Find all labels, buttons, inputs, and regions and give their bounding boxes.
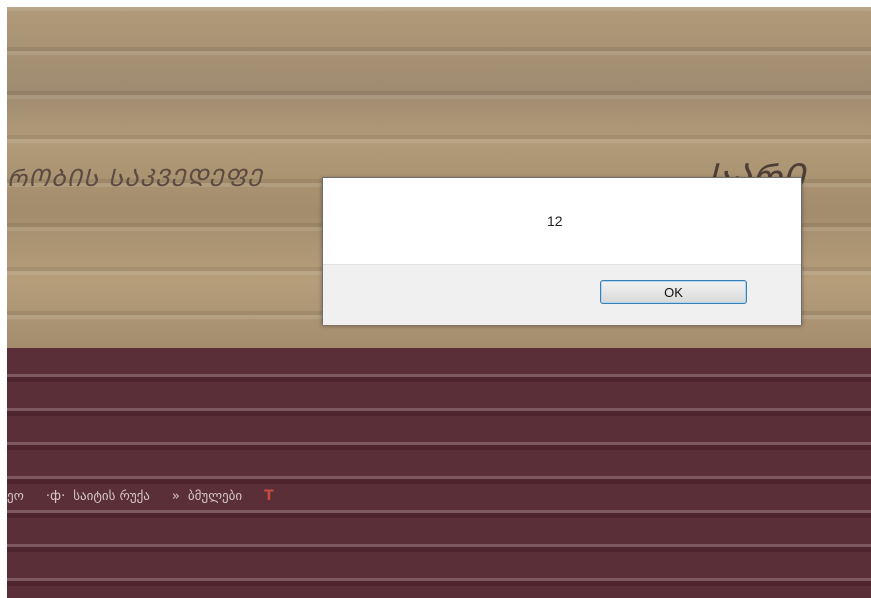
alert-dialog: 12 OK — [322, 177, 802, 325]
alert-message-area: 12 — [323, 178, 801, 264]
banner-title: ᲠᲝᲑᲘᲡ ᲡᲐᲙᲕᲔᲓᲔᲤᲔ — [7, 164, 263, 192]
tool-icon: T — [264, 488, 274, 504]
nav-item-home-label: ეო — [7, 488, 24, 504]
double-chevron-icon: » — [171, 488, 180, 504]
nav-item-home[interactable]: ეო — [7, 489, 24, 504]
nav-item-tool[interactable]: T — [264, 488, 274, 504]
nav-background — [7, 348, 871, 598]
ok-button[interactable]: OK — [600, 280, 747, 304]
web-page: ᲠᲝᲑᲘᲡ ᲡᲐᲙᲕᲔᲓᲔᲤᲔ ᲡᲐᲠᲘ ეო ·ф· საიტის რუქა … — [7, 7, 871, 598]
nav-item-sitemap[interactable]: ·ф· საიტის რუქა — [46, 489, 150, 504]
alert-message: 12 — [547, 213, 563, 229]
alert-footer: OK — [323, 264, 801, 325]
nav-item-sitemap-label: საიტის რუქა — [73, 488, 150, 504]
sitemap-icon: ·ф· — [45, 488, 66, 504]
nav-item-links[interactable]: » ბმულები — [172, 489, 242, 504]
nav-item-links-label: ბმულები — [187, 488, 243, 504]
site-navigation: ეო ·ф· საიტის რუქა » ბმულები T — [7, 483, 296, 509]
